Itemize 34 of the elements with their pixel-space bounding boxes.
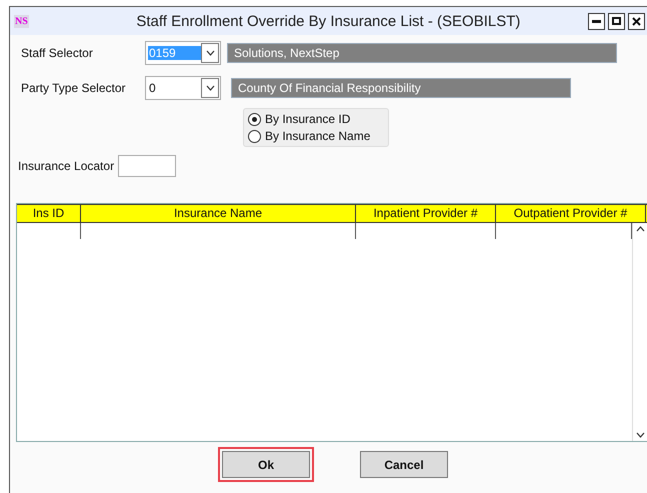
radio-label: By Insurance Name — [265, 129, 370, 143]
minimize-button[interactable] — [588, 12, 605, 30]
close-button[interactable] — [628, 12, 645, 30]
scrollbar[interactable] — [632, 223, 647, 441]
radio-button[interactable] — [248, 112, 261, 126]
maximize-button[interactable] — [608, 12, 625, 30]
close-icon — [632, 16, 641, 26]
minimize-icon — [592, 20, 601, 22]
radio-button[interactable] — [248, 130, 261, 142]
chevron-down-icon — [206, 50, 214, 56]
selector-dropdown[interactable]: 0 — [145, 76, 221, 100]
field-label: Staff Selector — [20, 46, 94, 60]
window-title: Staff Enrollment Override By Insurance List - (SEOBILST) — [135, 12, 522, 30]
description-field: Solutions, NextStep — [227, 43, 617, 63]
radio-option[interactable]: By Insurance ID — [248, 112, 388, 126]
chevron-down-icon — [206, 85, 214, 91]
maximize-icon — [612, 17, 621, 25]
radio-option[interactable]: By Insurance Name — [248, 129, 388, 143]
chevron-up-icon — [636, 226, 644, 232]
dialog-button[interactable]: Ok — [218, 447, 314, 482]
field-label: Insurance Locator — [18, 159, 114, 173]
input-field[interactable] — [118, 155, 176, 177]
column-header: Insurance Name — [81, 205, 356, 222]
description-field: County Of Financial Responsibility — [231, 78, 571, 98]
field-label: Party Type Selector — [20, 81, 126, 95]
column-header: Outpatient Provider # — [496, 205, 646, 222]
selector-value: 0159 — [148, 46, 201, 60]
app-logo: NS — [14, 14, 29, 28]
radio-label: By Insurance ID — [265, 112, 350, 126]
column-header: Ins ID — [17, 205, 81, 222]
chevron-down-icon — [636, 432, 644, 438]
column-header: Inpatient Provider # — [356, 205, 496, 222]
dialog-button[interactable]: Cancel — [360, 451, 448, 478]
selector-value: 0 — [148, 81, 157, 95]
